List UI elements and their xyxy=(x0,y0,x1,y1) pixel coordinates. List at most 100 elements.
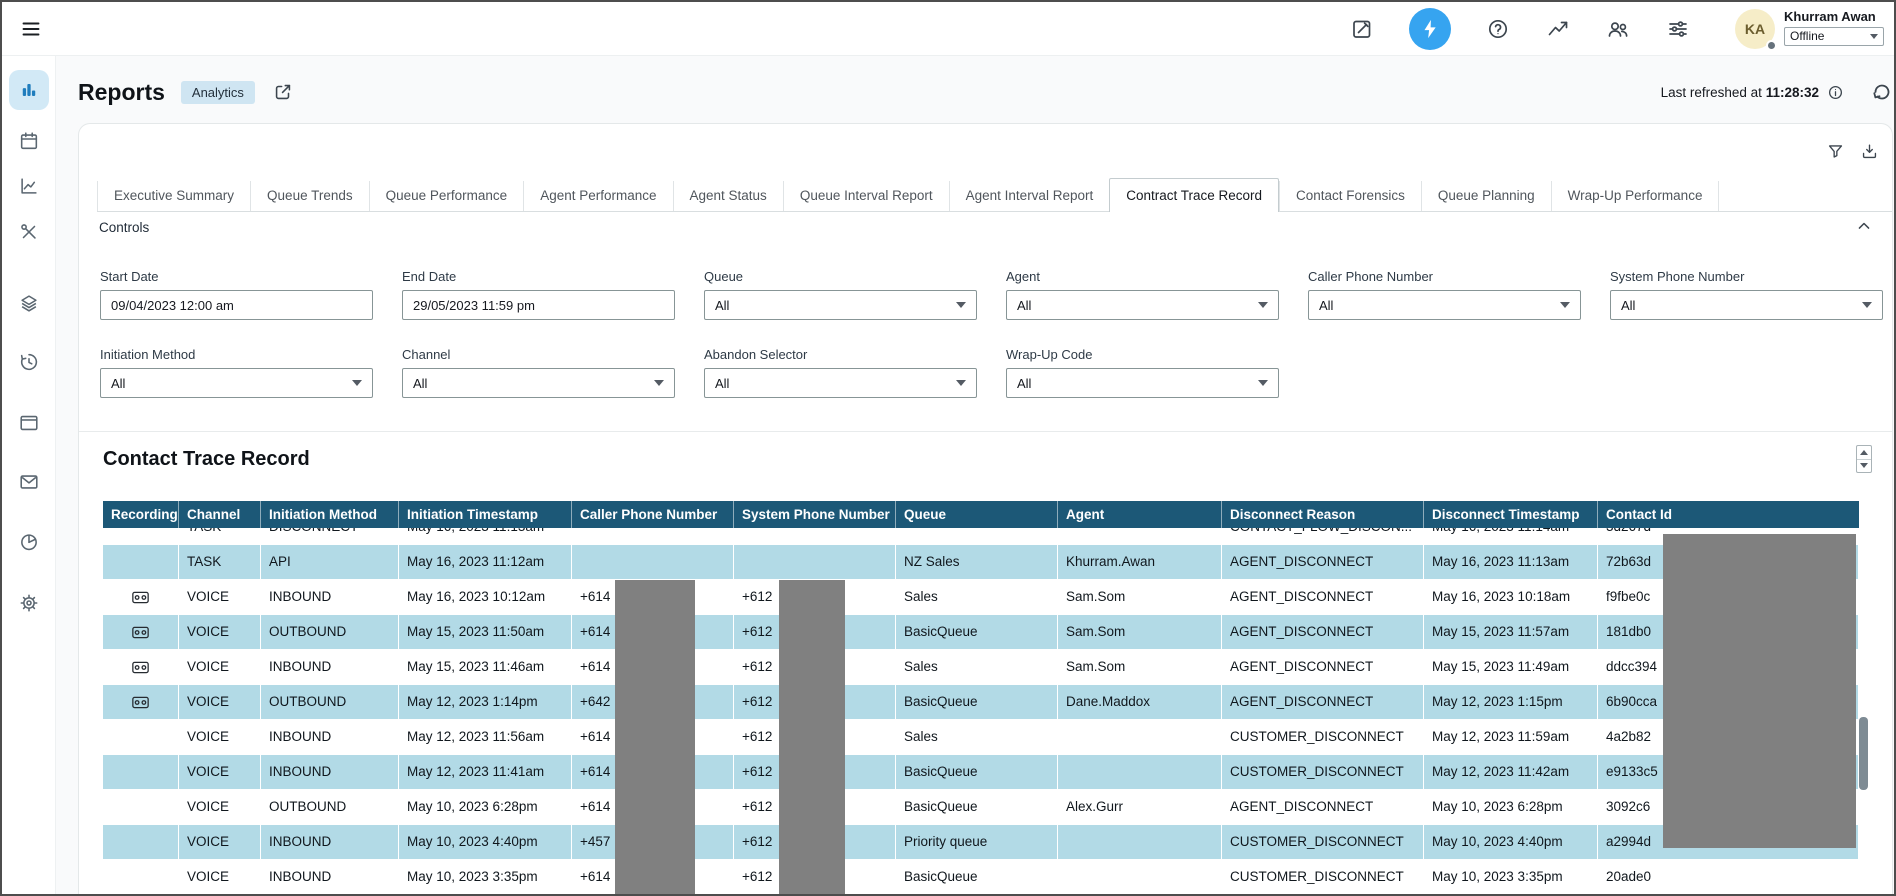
controls-collapse-button[interactable] xyxy=(1852,214,1876,238)
filter-select-wrap-up-code[interactable]: All xyxy=(1006,368,1279,398)
column-header-caller-phone-number[interactable]: Caller Phone Number xyxy=(572,501,734,528)
cell: BasicQueue xyxy=(896,790,1058,825)
table-row[interactable]: VOICEINBOUNDMay 10, 2023 3:35pm+614+612B… xyxy=(103,860,1859,895)
layers-icon xyxy=(18,292,40,314)
cell: May 16, 2023 11:13am xyxy=(1424,545,1598,580)
status-value: Offline xyxy=(1790,29,1824,43)
filter-button[interactable] xyxy=(1824,140,1846,162)
table-scroll-stepper[interactable] xyxy=(1856,445,1872,473)
column-header-system-phone-number[interactable]: System Phone Number xyxy=(734,501,896,528)
filter-select-system-phone-number[interactable]: All xyxy=(1610,290,1883,320)
table-row[interactable]: VOICEOUTBOUNDMay 15, 2023 11:50am+614+61… xyxy=(103,615,1859,650)
column-header-channel[interactable]: Channel xyxy=(179,501,261,528)
cell: OUTBOUND xyxy=(261,685,399,720)
column-header-agent[interactable]: Agent xyxy=(1058,501,1222,528)
tab-contract-trace-record[interactable]: Contract Trace Record xyxy=(1109,178,1279,212)
refresh-button[interactable] xyxy=(1870,80,1894,104)
tab-queue-planning[interactable]: Queue Planning xyxy=(1421,181,1551,211)
redaction-overlay-system-phone xyxy=(779,580,845,896)
table-row[interactable]: VOICEOUTBOUNDMay 12, 2023 1:14pm+642+612… xyxy=(103,685,1859,720)
cell xyxy=(896,528,1058,545)
filter-label: Agent xyxy=(1006,269,1279,284)
sidebar-item-pie[interactable] xyxy=(9,522,49,562)
report-panel: Executive SummaryQueue TrendsQueue Perfo… xyxy=(78,123,1893,894)
quick-connect-button[interactable] xyxy=(1409,8,1451,50)
avatar[interactable]: KA xyxy=(1735,9,1775,49)
filter-input-end-date[interactable]: 29/05/2023 11:59 pm xyxy=(402,290,675,320)
filter-select-abandon-selector[interactable]: All xyxy=(704,368,977,398)
page-title: Reports xyxy=(78,79,165,106)
cell: May 16, 2023 11:14am xyxy=(1424,528,1598,545)
tab-contact-forensics[interactable]: Contact Forensics xyxy=(1279,181,1421,211)
filter-label: Initiation Method xyxy=(100,347,373,362)
status-select[interactable]: Offline xyxy=(1784,27,1884,46)
sidebar-item-reports[interactable] xyxy=(9,70,49,110)
notes-button[interactable] xyxy=(1349,16,1375,42)
filter-select-channel[interactable]: All xyxy=(402,368,675,398)
scrollbar-thumb[interactable] xyxy=(1859,717,1868,790)
filter-select-caller-phone-number[interactable]: All xyxy=(1308,290,1581,320)
cell: May 15, 2023 11:46am xyxy=(399,650,572,685)
cell: CUSTOMER_DISCONNECT xyxy=(1222,825,1424,860)
scroll-up-button[interactable] xyxy=(1857,446,1871,460)
info-icon[interactable] xyxy=(1827,84,1844,101)
filter-caller-phone-number: Caller Phone NumberAll xyxy=(1308,269,1581,320)
tab-queue-trends[interactable]: Queue Trends xyxy=(250,181,369,211)
table-row[interactable]: TASKAPIMay 16, 2023 11:12amNZ SalesKhurr… xyxy=(103,545,1859,580)
sidebar-item-metrics[interactable] xyxy=(9,166,49,206)
cell: May 15, 2023 11:49am xyxy=(1424,650,1598,685)
tab-queue-interval-report[interactable]: Queue Interval Report xyxy=(783,181,949,211)
cell: May 16, 2023 10:12am xyxy=(399,580,572,615)
cell xyxy=(1058,720,1222,755)
sidebar-item-settings[interactable] xyxy=(9,583,49,623)
table-header-row: RecordingChannelInitiation MethodInitiat… xyxy=(103,501,1859,528)
table-row[interactable]: TASKDISCONNECTMay 16, 2023 11:13amCONTAC… xyxy=(103,528,1859,545)
filter-value: 29/05/2023 11:59 pm xyxy=(413,298,535,313)
table-row[interactable]: VOICEINBOUNDMay 12, 2023 11:56am+614+612… xyxy=(103,720,1859,755)
cell: May 12, 2023 11:59am xyxy=(1424,720,1598,755)
filter-select-queue[interactable]: All xyxy=(704,290,977,320)
sidebar-item-tools[interactable] xyxy=(9,212,49,252)
table-row[interactable]: VOICEINBOUNDMay 15, 2023 11:46am+614+612… xyxy=(103,650,1859,685)
table-row[interactable]: VOICEINBOUNDMay 12, 2023 11:41am+614+612… xyxy=(103,755,1859,790)
export-button[interactable] xyxy=(1858,140,1880,162)
directory-button[interactable] xyxy=(1605,16,1631,42)
hamburger-menu-button[interactable] xyxy=(18,16,44,42)
scroll-down-button[interactable] xyxy=(1857,460,1871,473)
sidebar-item-calendar[interactable] xyxy=(9,121,49,161)
tab-queue-performance[interactable]: Queue Performance xyxy=(369,181,524,211)
cell: Sales xyxy=(896,720,1058,755)
open-external-button[interactable] xyxy=(271,80,295,104)
column-header-initiation-method[interactable]: Initiation Method xyxy=(261,501,399,528)
help-button[interactable] xyxy=(1485,16,1511,42)
sidebar-item-apps[interactable] xyxy=(9,403,49,443)
tab-agent-interval-report[interactable]: Agent Interval Report xyxy=(949,181,1110,211)
cell: TASK xyxy=(179,528,261,545)
preferences-button[interactable] xyxy=(1665,16,1691,42)
cell: CONTACT_FLOW_DISCON... xyxy=(1222,528,1424,545)
filter-select-agent[interactable]: All xyxy=(1006,290,1279,320)
column-header-disconnect-timestamp[interactable]: Disconnect Timestamp xyxy=(1424,501,1598,528)
app-window: KA Khurram Awan Offline xyxy=(0,0,1896,896)
tab-executive-summary[interactable]: Executive Summary xyxy=(97,181,250,211)
question-icon xyxy=(1486,17,1510,41)
sidebar-item-history[interactable] xyxy=(9,342,49,382)
metrics-button[interactable] xyxy=(1545,16,1571,42)
sidebar-item-layers[interactable] xyxy=(9,283,49,323)
tab-agent-status[interactable]: Agent Status xyxy=(673,181,783,211)
column-header-contact-id[interactable]: Contact Id xyxy=(1598,501,1859,528)
table-row[interactable]: VOICEOUTBOUNDMay 10, 2023 6:28pm+614+612… xyxy=(103,790,1859,825)
column-header-recording[interactable]: Recording xyxy=(103,501,179,528)
filter-select-initiation-method[interactable]: All xyxy=(100,368,373,398)
column-header-disconnect-reason[interactable]: Disconnect Reason xyxy=(1222,501,1424,528)
filter-input-start-date[interactable]: 09/04/2023 12:00 am xyxy=(100,290,373,320)
table-row[interactable]: VOICEINBOUNDMay 10, 2023 4:40pm+457+612P… xyxy=(103,825,1859,860)
tab-wrap-up-performance[interactable]: Wrap-Up Performance xyxy=(1551,181,1720,211)
table-row[interactable]: VOICEINBOUNDMay 16, 2023 10:12am+614+612… xyxy=(103,580,1859,615)
cell xyxy=(734,545,896,580)
tab-agent-performance[interactable]: Agent Performance xyxy=(523,181,672,211)
filter-end-date: End Date29/05/2023 11:59 pm xyxy=(402,269,675,320)
column-header-queue[interactable]: Queue xyxy=(896,501,1058,528)
column-header-initiation-timestamp[interactable]: Initiation Timestamp xyxy=(399,501,572,528)
sidebar-item-mail[interactable] xyxy=(9,462,49,502)
